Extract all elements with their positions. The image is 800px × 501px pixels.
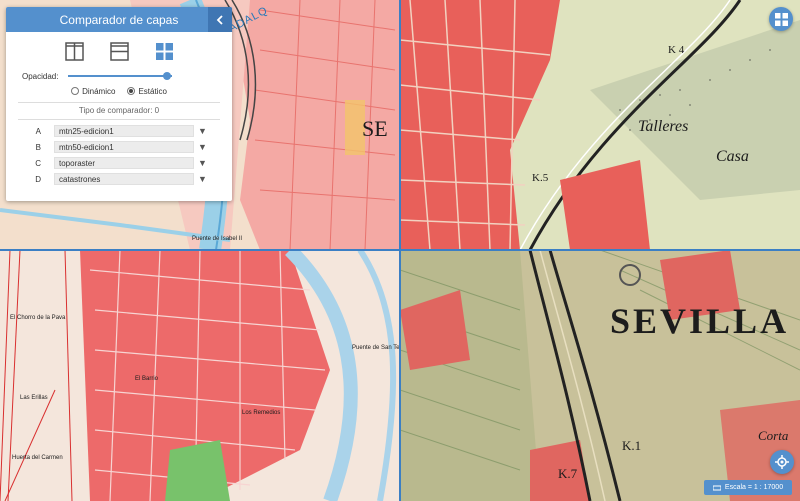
dropdown-arrow-icon[interactable]: ▼ [198,174,207,184]
slider-track [68,75,173,77]
layer-select-d[interactable]: catastrones [54,173,194,185]
barrio-label: El Barrio [135,376,159,382]
map-b-graphics [400,0,800,250]
layer-row-b: B mtn50-edicion1 ▼ [6,139,232,155]
vertical-split-icon[interactable] [64,41,84,61]
grid-icon [774,12,788,26]
k4-label: K 4 [668,44,685,56]
casa-label: Casa [716,148,749,165]
comparator-toggle-button[interactable] [769,7,793,31]
radio-dynamic-dot[interactable] [71,87,80,95]
k7-label: K.7 [558,466,578,481]
panel-title: Comparador de capas [59,12,179,27]
opacity-row: Opacidad: [6,68,232,84]
dropdown-arrow-icon[interactable]: ▼ [198,158,207,168]
chevron-left-icon [216,14,223,25]
horizontal-divider[interactable] [0,249,800,251]
layer-letter: C [35,158,41,168]
map-quadrant-c[interactable]: Puente de San Te El Barrio Los Remedios … [0,250,400,501]
separator [18,119,220,120]
layer-letter: D [35,174,41,184]
remedios-label: Los Remedios [242,410,281,416]
mode-radio-group: Dinámico Estático [6,84,232,98]
dropdown-arrow-icon[interactable]: ▼ [198,142,207,152]
map-c-graphics [0,250,400,501]
layer-row-c: C toporaster ▼ [6,155,232,171]
radio-static-label: Estático [138,86,167,96]
opacity-label: Opacidad: [22,71,59,81]
horizontal-split-icon[interactable] [109,41,129,61]
chorro-label: El Chorro de la Pava [10,315,66,321]
city-label: SE [362,116,388,141]
carmen-label: Huerta del Carmen [12,455,63,461]
map-d-graphics [400,250,800,501]
puente-label: Puente de San Te [352,345,400,351]
bridge-label: Puente de Isabel II [192,236,243,242]
k5-label: K.5 [532,172,549,184]
layer-select-c[interactable]: toporaster [54,157,194,169]
ruler-icon [712,485,721,490]
k1-label: K.1 [622,438,642,453]
erillas-label: Las Erillas [20,395,48,401]
layer-select-b[interactable]: mtn50-edicion1 [54,141,194,153]
slider-thumb[interactable] [163,72,172,80]
talleres-label: Talleres [638,118,689,135]
layer-letter: A [35,126,41,136]
scale-text: Escala = 1 : 17000 [724,484,784,491]
collapse-button[interactable] [208,7,232,32]
layer-select-a[interactable]: mtn25-edicion1 [54,125,194,137]
radio-dynamic-label: Dinámico [82,86,116,96]
radio-dynamic[interactable]: Dinámico [71,87,115,96]
quad-split-icon[interactable] [155,42,174,61]
corta-label: Corta [758,428,789,443]
opacity-slider[interactable] [68,71,173,81]
locate-button[interactable] [770,450,794,474]
crosshair-icon [775,455,789,469]
sevilla-label: SEVILLA [610,301,790,341]
map-quadrant-b[interactable]: Talleres Casa K 4 K.5 [400,0,800,250]
layer-row-a: A mtn25-edicion1 ▼ [6,123,232,139]
scale-indicator: Escala = 1 : 17000 [704,480,792,495]
layer-letter: B [35,142,41,152]
dropdown-arrow-icon[interactable]: ▼ [198,126,207,136]
panel-header: Comparador de capas [6,7,232,32]
radio-static-dot[interactable] [127,87,136,95]
layer-comparator-panel: Comparador de capas Opacidad: Dinámico E… [6,7,232,201]
layer-select-list: A mtn25-edicion1 ▼ B mtn50-edicion1 ▼ C … [6,123,232,187]
radio-static[interactable]: Estático [127,86,167,96]
comparison-mode-selector [6,34,232,68]
layer-row-d: D catastrones ▼ [6,171,232,187]
comparator-type-text: Tipo de comparador: 0 [78,106,160,115]
map-quadrant-d[interactable]: SEVILLA K.1 K.7 Corta [400,250,800,501]
